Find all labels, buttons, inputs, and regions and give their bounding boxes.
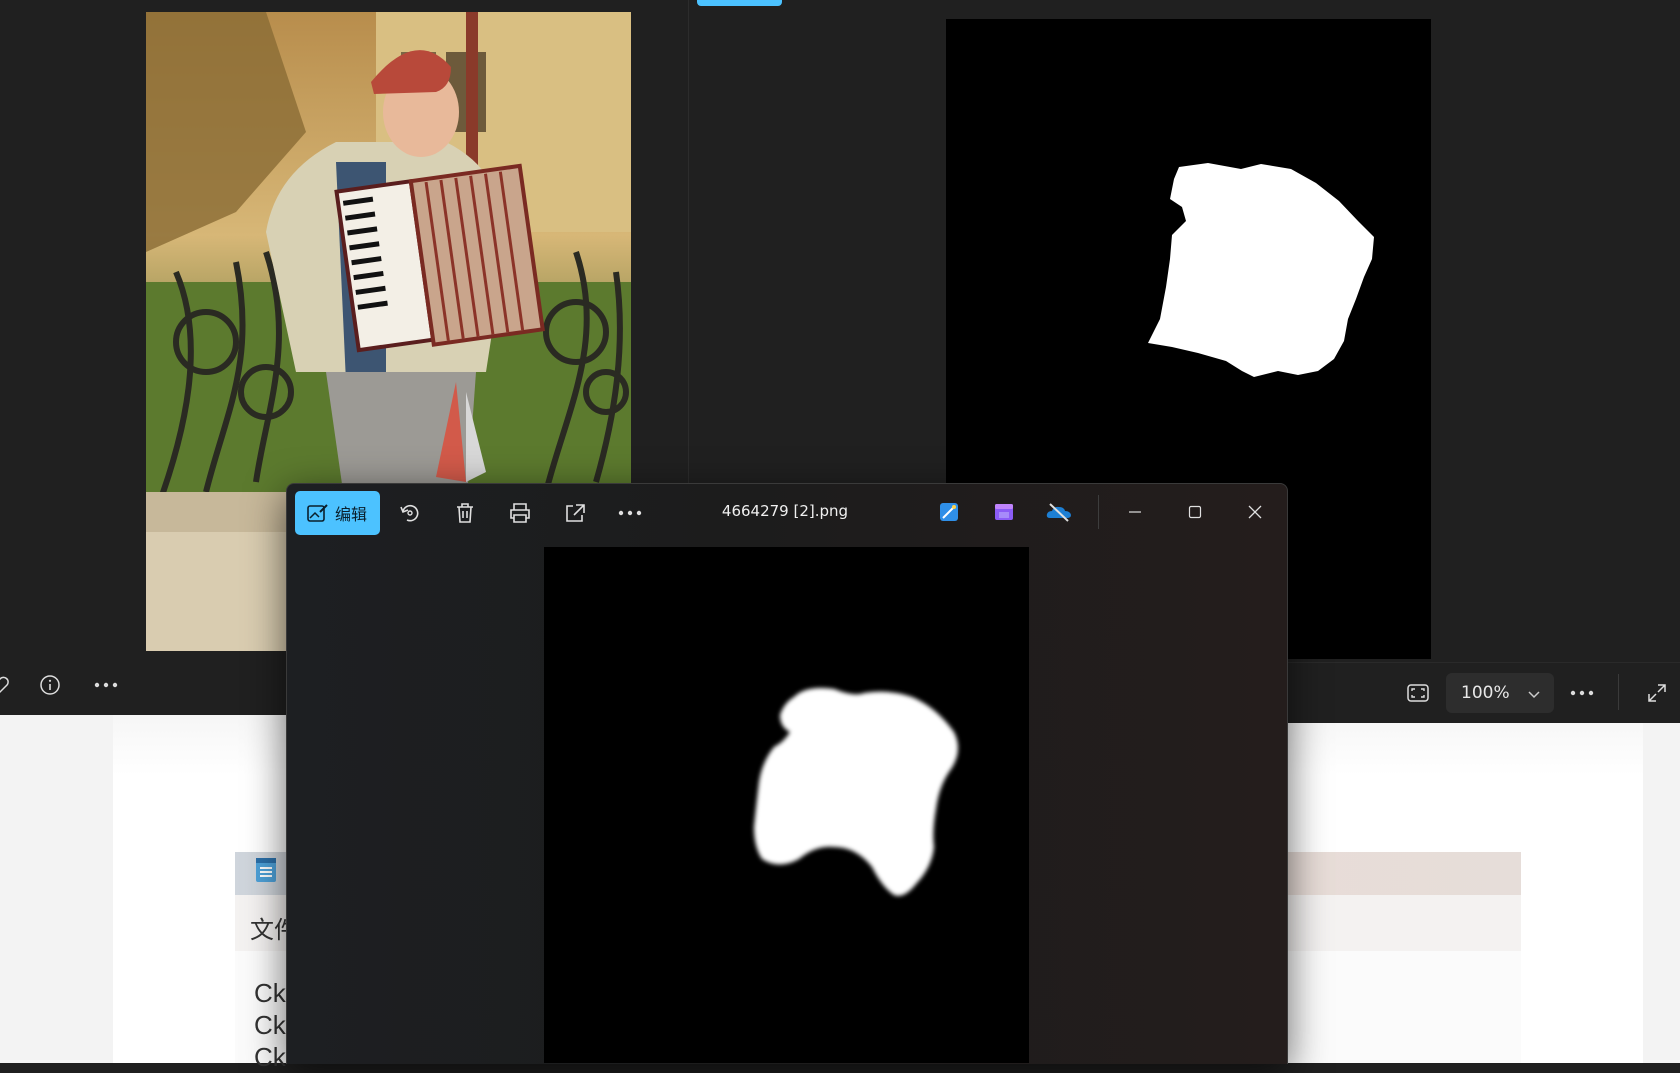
fit-window-icon[interactable] <box>1400 675 1436 711</box>
mask-image-front <box>544 547 1029 1063</box>
close-button[interactable] <box>1237 494 1273 530</box>
document-line: Ck <box>254 1010 286 1040</box>
fullscreen-icon[interactable] <box>1639 675 1675 711</box>
info-icon[interactable] <box>32 667 68 703</box>
minimize-button[interactable] <box>1117 494 1153 530</box>
window-title: 4664279 [2].png <box>721 502 849 520</box>
maximize-button[interactable] <box>1177 494 1213 530</box>
edit-image-icon <box>307 503 329 523</box>
active-tab-indicator <box>697 0 782 6</box>
chevron-down-icon <box>1528 684 1540 703</box>
more-icon[interactable] <box>1564 675 1600 711</box>
photos-editor-icon[interactable] <box>931 494 967 530</box>
onedrive-off-icon[interactable] <box>1041 494 1077 530</box>
delete-icon[interactable] <box>447 495 483 531</box>
edit-button[interactable]: 编辑 <box>295 491 380 535</box>
notepad-icon <box>254 855 278 883</box>
favorite-icon[interactable] <box>0 667 18 703</box>
clipchamp-icon[interactable] <box>986 494 1022 530</box>
zoom-value: 100% <box>1461 683 1510 703</box>
toolbar-divider <box>1618 674 1619 710</box>
edit-label: 编辑 <box>335 505 368 524</box>
rotate-icon[interactable] <box>392 495 428 531</box>
zoom-dropdown[interactable]: 100% <box>1446 673 1554 713</box>
more-icon[interactable] <box>612 495 648 531</box>
document-line: Ck <box>254 978 286 1008</box>
titlebar-divider <box>1098 495 1099 529</box>
print-icon[interactable] <box>502 495 538 531</box>
more-icon[interactable] <box>88 667 124 703</box>
document-line: Ck <box>254 1042 286 1072</box>
share-icon[interactable] <box>557 495 593 531</box>
